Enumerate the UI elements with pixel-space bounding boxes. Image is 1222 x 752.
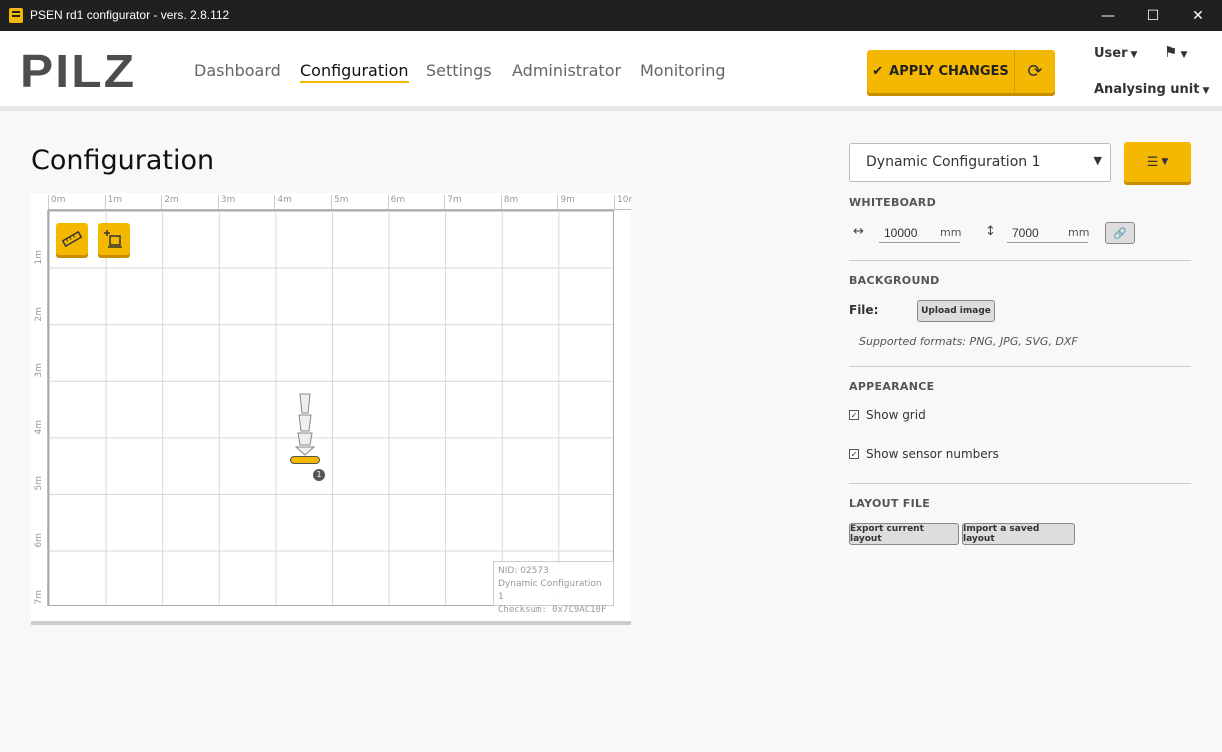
nid-text: NID: 02573 <box>498 566 549 576</box>
link-dimensions-button[interactable]: 🔗 <box>1105 222 1135 244</box>
ruler-tick: 3m <box>34 363 44 378</box>
layout-file-section-title: LAYOUT FILE <box>849 497 931 510</box>
ruler-icon <box>62 230 82 248</box>
minimize-button[interactable]: — <box>1085 0 1131 31</box>
language-menu[interactable]: ⚑ ▼ <box>1164 43 1187 61</box>
background-section-title: BACKGROUND <box>849 274 940 287</box>
checksum-text: Checksum: 0x7C9AC10F <box>498 605 607 615</box>
width-unit: mm <box>940 226 962 239</box>
width-arrows-icon: ↔ <box>853 224 864 239</box>
ruler-tick: 7m <box>34 590 44 605</box>
upload-image-button[interactable]: Upload image <box>917 300 995 322</box>
refresh-icon: ⟳ <box>1027 61 1043 82</box>
divider <box>849 260 1191 261</box>
height-unit: mm <box>1068 226 1090 239</box>
ruler-tick: 8m <box>500 195 518 209</box>
divider <box>849 483 1191 484</box>
pilz-logo: PILZ <box>20 45 137 97</box>
chevron-down-icon: ▼ <box>1161 157 1169 167</box>
user-menu-label: User <box>1094 46 1128 61</box>
ruler-tick: 7m <box>444 195 462 209</box>
ruler-tick: 9m <box>557 195 575 209</box>
chevron-down-icon: ▼ <box>1130 50 1138 60</box>
apply-changes-label: APPLY CHANGES <box>889 64 1009 79</box>
ruler-vertical: 1m 2m 3m 4m 5m 6m 7m <box>31 210 48 606</box>
show-sensor-numbers-checkbox[interactable]: ✓ <box>849 449 859 459</box>
chevron-down-icon: ▼ <box>1202 86 1210 96</box>
config-info-box: NID: 02573 Dynamic Configuration 1 Check… <box>493 561 614 615</box>
appearance-section-title: APPEARANCE <box>849 380 935 393</box>
sensor-field-icon <box>294 393 316 456</box>
supported-formats-hint: Supported formats: PNG, JPG, SVG, DXF <box>859 335 1078 348</box>
maximize-button[interactable]: ☐ <box>1130 0 1176 31</box>
analysing-unit-label: Analysing unit <box>1094 82 1200 97</box>
ruler-tick: 2m <box>34 307 44 322</box>
ruler-tick: 6m <box>34 533 44 548</box>
nav-settings[interactable]: Settings <box>426 61 492 80</box>
add-sensor-icon <box>104 230 122 248</box>
import-layout-button[interactable]: Import a saved layout <box>962 523 1075 545</box>
ruler-tick: 5m <box>34 476 44 491</box>
app-icon <box>9 8 23 23</box>
ruler-horizontal: 0m 1m 2m 3m 4m 5m 6m 7m 8m 9m 10r <box>48 193 632 210</box>
export-layout-button[interactable]: Export current layout <box>849 523 959 545</box>
close-button[interactable]: ✕ <box>1175 0 1221 31</box>
page-title: Configuration <box>31 145 215 176</box>
config-name-text: Dynamic Configuration 1 <box>498 579 602 602</box>
check-icon: ✔ <box>872 64 884 79</box>
show-grid-checkbox[interactable]: ✓ <box>849 410 859 420</box>
nav-administrator[interactable]: Administrator <box>512 61 621 80</box>
file-label: File: <box>849 303 879 317</box>
app-header: PILZ Dashboard Configuration Settings Ad… <box>0 31 1222 111</box>
title-bar: PSEN rd1 configurator - vers. 2.8.112 — … <box>0 0 1222 31</box>
configuration-select[interactable]: Dynamic Configuration 1 ▼ <box>849 143 1111 182</box>
refresh-button[interactable]: ⟳ <box>1014 50 1055 93</box>
ruler-tick: 10r <box>614 195 632 209</box>
ruler-tick: 5m <box>331 195 349 209</box>
sensor-body[interactable] <box>290 456 320 464</box>
sensor-number-badge: 1 <box>313 469 325 481</box>
nav-dashboard[interactable]: Dashboard <box>194 61 281 80</box>
list-icon: ☰ <box>1146 154 1159 170</box>
ruler-tick: 4m <box>34 420 44 435</box>
sensor[interactable]: 1 <box>286 393 326 483</box>
analysing-unit-menu[interactable]: Analysing unit ▼ <box>1094 82 1209 97</box>
chevron-down-icon: ▼ <box>1180 50 1188 60</box>
show-grid-label: Show grid <box>866 408 926 422</box>
chevron-down-icon: ▼ <box>1093 154 1102 167</box>
ruler-tick: 0m <box>48 195 66 209</box>
whiteboard-grid[interactable] <box>48 210 614 606</box>
add-sensor-button[interactable] <box>98 223 130 255</box>
user-menu[interactable]: User ▼ <box>1094 46 1137 61</box>
link-icon: 🔗 <box>1113 226 1127 240</box>
window-title: PSEN rd1 configurator - vers. 2.8.112 <box>30 8 230 22</box>
ruler-tick: 1m <box>104 195 122 209</box>
ruler-tick: 1m <box>34 250 44 265</box>
ruler-tick: 3m <box>217 195 235 209</box>
nav-monitoring[interactable]: Monitoring <box>640 61 726 80</box>
apply-changes-button[interactable]: ✔ APPLY CHANGES <box>867 50 1014 93</box>
flag-icon: ⚑ <box>1164 43 1178 61</box>
height-arrows-icon: ↕ <box>985 224 996 239</box>
whiteboard-section-title: WHITEBOARD <box>849 196 937 209</box>
ruler-tick: 6m <box>387 195 405 209</box>
ruler-tick: 4m <box>274 195 292 209</box>
measure-tool-button[interactable] <box>56 223 88 255</box>
show-sensor-numbers-label: Show sensor numbers <box>866 447 999 461</box>
divider <box>849 366 1191 367</box>
ruler-tick: 2m <box>161 195 179 209</box>
nav-configuration[interactable]: Configuration <box>300 61 409 83</box>
configuration-list-button[interactable]: ☰ ▼ <box>1124 142 1191 182</box>
whiteboard-canvas[interactable]: 0m 1m 2m 3m 4m 5m 6m 7m 8m 9m 10r 1m 2m … <box>31 193 632 625</box>
configuration-select-value: Dynamic Configuration 1 <box>866 154 1041 170</box>
